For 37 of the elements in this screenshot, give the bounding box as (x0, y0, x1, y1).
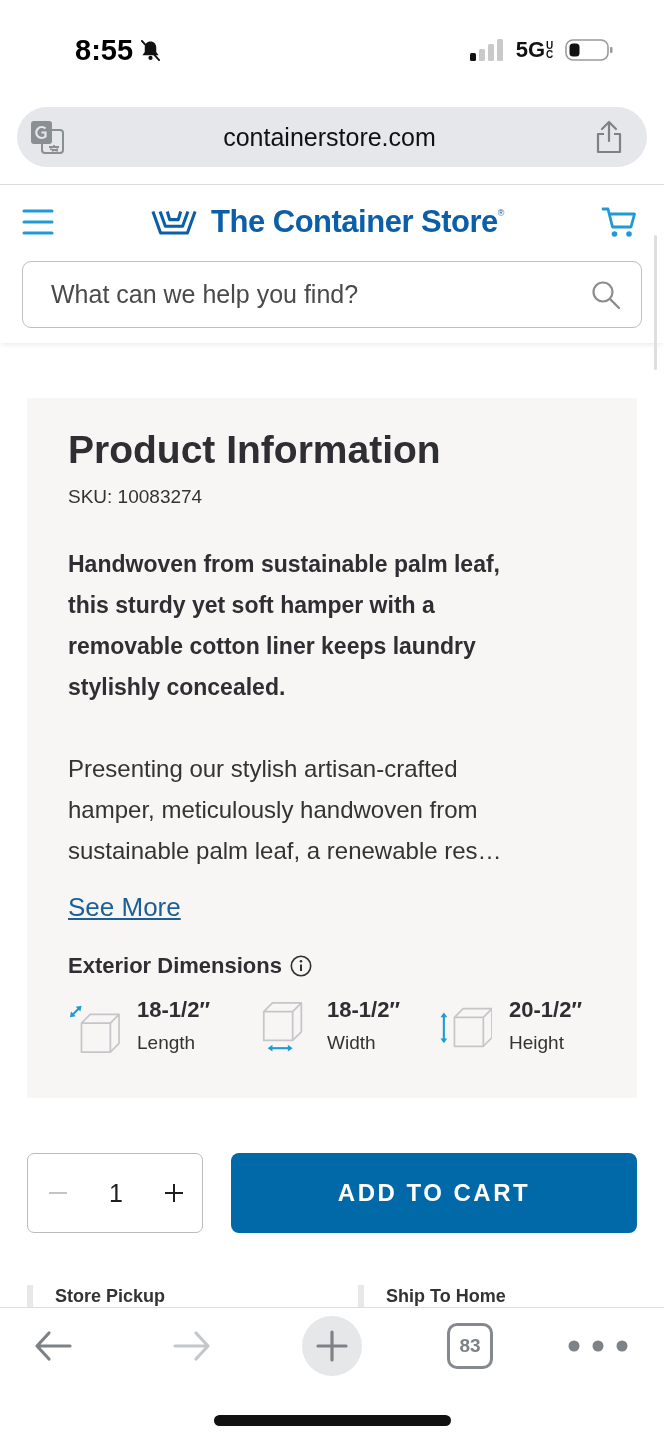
status-time: 8:55 (75, 33, 134, 67)
network-label: 5G (515, 37, 545, 63)
search-icon[interactable] (591, 279, 621, 310)
store-logo[interactable]: The Container Store$^{®}$ (211, 204, 504, 240)
dimension-value: 18-1/2″ (327, 996, 400, 1024)
menu-icon[interactable] (22, 209, 54, 235)
dimension-value: 18-1/2″ (137, 996, 210, 1024)
dimension-label: Width (327, 1031, 377, 1055)
dimension-label: Height (509, 1031, 565, 1055)
url-text: containerstore.com (222, 122, 437, 152)
dimensions-heading: Exterior Dimensions (68, 953, 282, 979)
back-arrow-icon[interactable] (34, 1330, 72, 1362)
add-to-cart-button[interactable]: ADD TO CART (231, 1153, 637, 1233)
description-paragraph: Presenting our stylish artisan-crafted hamper, meticulously handwoven from sustainable palm leaf, a renewable res… (68, 754, 503, 866)
search-bar[interactable]: What can we help you find? (22, 261, 642, 328)
plus-icon (316, 1330, 348, 1362)
logo-mark-icon[interactable] (151, 209, 198, 235)
summary-paragraph: Handwoven from sustainable palm leaf, this sturdy yet soft hamper with a removable cotton liner keeps laundry stylishly concealed. (68, 550, 501, 702)
section-title: Product Information (68, 428, 442, 472)
dimension-label: Length (137, 1031, 197, 1055)
bell-slash-icon (139, 38, 163, 62)
tabs-button[interactable]: 83 (447, 1323, 493, 1369)
search-input[interactable]: What can we help you find? (51, 274, 581, 315)
cart-icon[interactable] (601, 206, 637, 238)
share-icon[interactable] (595, 120, 623, 154)
network-suffix-text: UC (546, 41, 554, 59)
battery-icon (565, 38, 613, 62)
sku-text: SKU: 10083274 (68, 486, 204, 508)
more-icon[interactable] (568, 1340, 628, 1352)
see-more-link[interactable]: See More (68, 891, 181, 923)
translate-icon[interactable] (30, 120, 64, 154)
address-bar[interactable]: containerstore.com (17, 107, 647, 167)
signal-icon (469, 39, 504, 61)
dimension-value: 20-1/2″ (509, 996, 582, 1024)
plus-icon[interactable] (165, 1184, 183, 1202)
info-icon[interactable] (289, 955, 312, 977)
quantity-field[interactable]: 1 (109, 1178, 123, 1208)
